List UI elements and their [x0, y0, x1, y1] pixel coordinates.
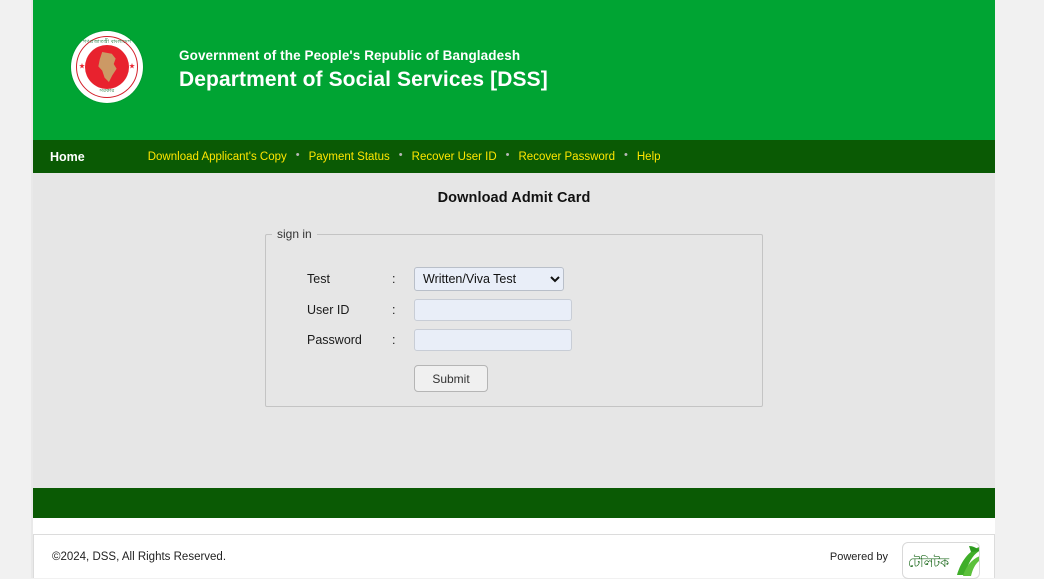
page-root: গণপ্রজাতন্ত্রী বাংলাদেশ সরকার Government…: [0, 0, 1044, 579]
user-id-label: User ID: [307, 303, 350, 317]
submit-spacer-2: [392, 355, 414, 396]
form-row-test: Test : Written/Viva Test: [307, 263, 572, 295]
nav-item-payment-status[interactable]: Payment Status: [309, 151, 390, 163]
signin-form: Test : Written/Viva Test User ID : Passw…: [307, 263, 572, 396]
teletalk-logo-text: টেলিটক: [908, 555, 949, 570]
test-label: Test: [307, 272, 330, 286]
emblem-text-bottom: সরকার: [99, 88, 115, 94]
form-row-password: Password :: [307, 325, 572, 355]
header-department-line: Department of Social Services [DSS]: [179, 67, 548, 91]
nav-separator: •: [398, 149, 403, 161]
nav-separator: •: [295, 149, 300, 161]
footer-box: ©2024, DSS, All Rights Reserved. Powered…: [33, 534, 995, 579]
main-content: Download Admit Card sign in Test : Writt…: [33, 173, 995, 488]
site-header: গণপ্রজাতন্ত্রী বাংলাদেশ সরকার Government…: [33, 0, 995, 140]
powered-by-label: Powered by: [829, 550, 888, 563]
password-label: Password: [307, 333, 362, 347]
footer-gap: [33, 518, 995, 534]
submit-cell: Submit: [414, 355, 572, 396]
site-container: গণপ্রজাতন্ত্রী বাংলাদেশ সরকার Government…: [33, 0, 995, 579]
signin-fieldset: sign in Test : Written/Viva Test User ID: [265, 227, 763, 407]
password-input[interactable]: [414, 329, 572, 351]
bangladesh-government-emblem-icon: গণপ্রজাতন্ত্রী বাংলাদেশ সরকার: [71, 31, 143, 103]
header-inner: গণপ্রজাতন্ত্রী বাংলাদেশ সরকার Government…: [33, 0, 995, 140]
powered-by-group: Powered by টেলিটক: [829, 542, 980, 579]
copyright-text: ©2024, DSS, All Rights Reserved.: [52, 550, 227, 563]
nav-links-group: Download Applicant's Copy • Payment Stat…: [148, 149, 661, 163]
user-id-field-cell: [414, 295, 572, 325]
header-titles: Government of the People's Republic of B…: [179, 48, 548, 93]
form-row-submit: Submit: [307, 355, 572, 396]
nav-separator: •: [624, 149, 628, 161]
signin-legend: sign in: [277, 227, 312, 241]
form-row-user-id: User ID :: [307, 295, 572, 325]
submit-button[interactable]: Submit: [414, 365, 488, 392]
test-field-cell: Written/Viva Test: [414, 263, 572, 295]
nav-item-help[interactable]: Help: [637, 151, 661, 163]
user-id-input[interactable]: [414, 299, 572, 321]
teletalk-logo-icon[interactable]: টেলিটক: [902, 542, 980, 579]
test-colon: :: [392, 272, 396, 286]
nav-item-recover-user-id[interactable]: Recover User ID: [412, 151, 497, 163]
nav-separator: •: [505, 149, 510, 161]
password-field-cell: [414, 325, 572, 355]
footer-green-bar: [33, 488, 995, 518]
nav-item-recover-password[interactable]: Recover Password: [519, 151, 616, 163]
header-government-line: Government of the People's Republic of B…: [179, 47, 521, 63]
submit-spacer-1: [307, 355, 392, 396]
test-select[interactable]: Written/Viva Test: [414, 267, 564, 291]
teletalk-swoosh-icon: [957, 546, 979, 576]
main-navigation: Home Download Applicant's Copy • Payment…: [33, 140, 995, 173]
nav-item-download-applicants-copy[interactable]: Download Applicant's Copy: [148, 151, 287, 163]
page-title: Download Admit Card: [437, 190, 591, 206]
nav-item-home[interactable]: Home: [40, 150, 95, 164]
password-colon: :: [392, 333, 396, 347]
user-id-colon: :: [392, 303, 396, 317]
